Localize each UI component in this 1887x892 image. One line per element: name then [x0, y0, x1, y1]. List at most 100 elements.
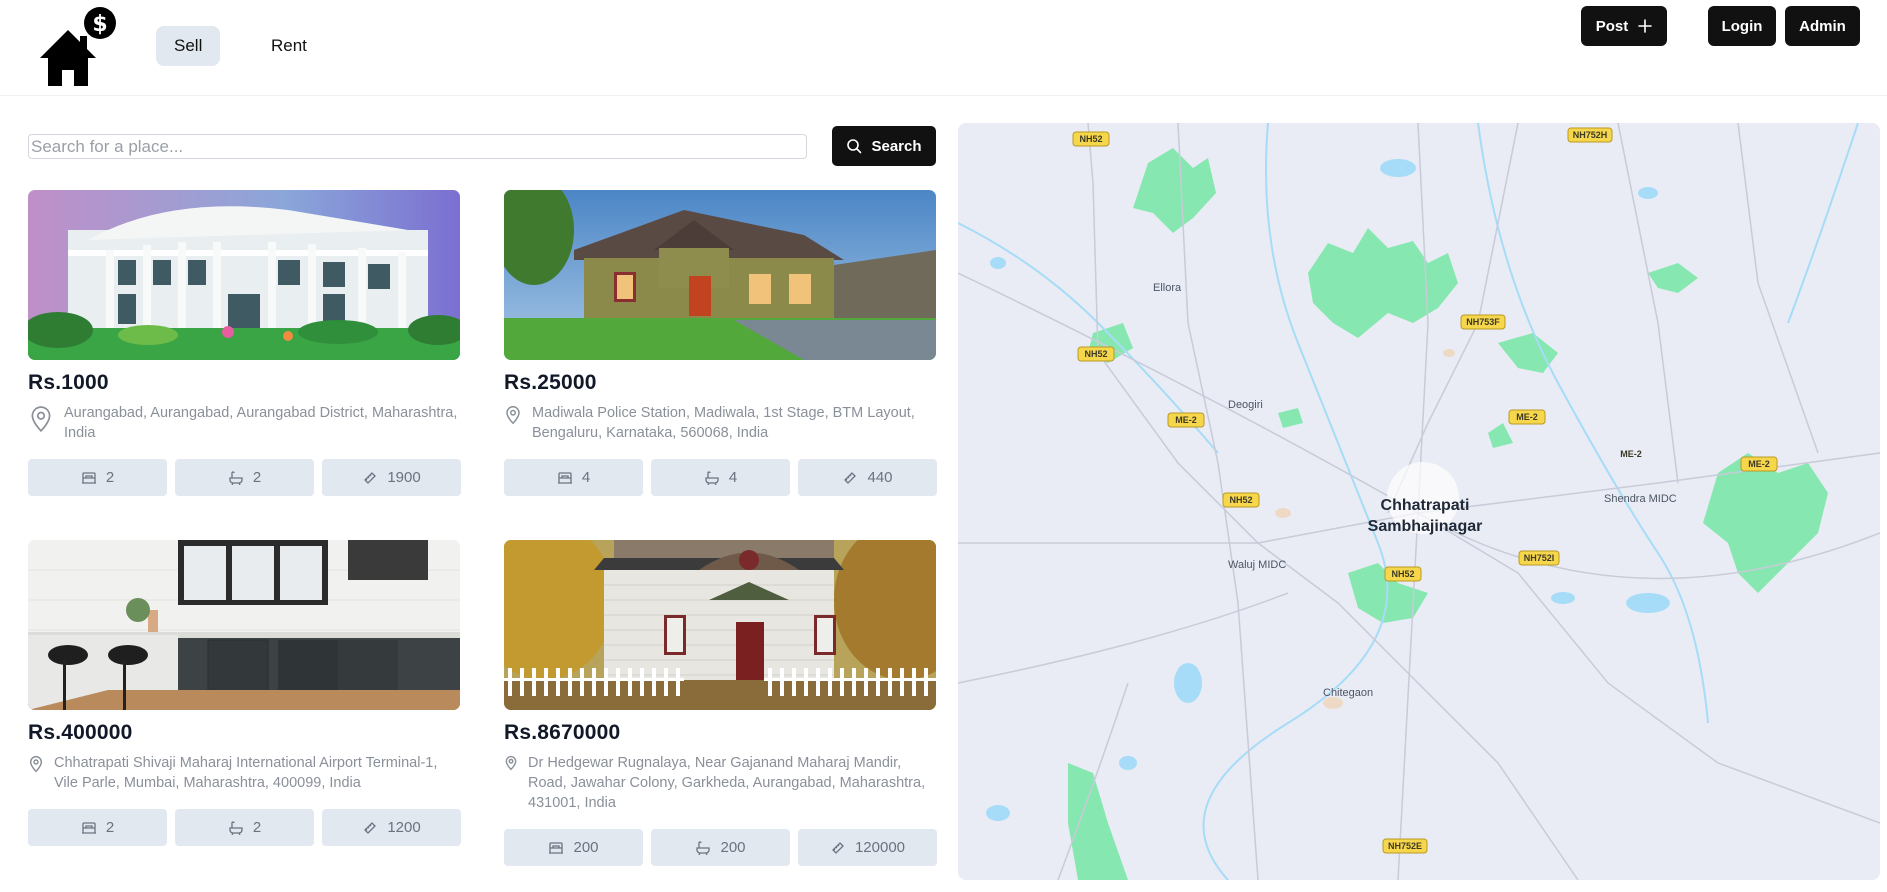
bedrooms-chip: 2: [28, 459, 167, 496]
bath-icon: [696, 840, 711, 855]
bedrooms-chip: 2: [28, 809, 167, 846]
bedrooms-value: 200: [573, 839, 599, 856]
area-chip: 1900: [322, 459, 461, 496]
svg-text:ME-2: ME-2: [1748, 459, 1770, 469]
listing-address-text: Dr Hedgewar Rugnalaya, Near Gajanand Mah…: [528, 755, 926, 811]
road-shield: NH52: [1072, 131, 1110, 147]
bathrooms-chip: 200: [651, 829, 790, 866]
map-city-label-line1: Chhatrapati: [1381, 497, 1470, 514]
listing-address-text: Madiwala Police Station, Madiwala, 1st S…: [532, 405, 915, 441]
bed-icon: [557, 471, 572, 484]
post-button[interactable]: Post: [1581, 6, 1667, 46]
map-place-label: Shendra MIDC: [1604, 493, 1677, 505]
map-city-label-line2: Sambhajinagar: [1368, 518, 1483, 535]
listing-photo-white-cottage[interactable]: [504, 540, 936, 710]
listing-address-text: Chhatrapati Shivaji Maharaj Internationa…: [54, 755, 438, 791]
bathrooms-value: 2: [252, 469, 262, 486]
listing-address: Aurangabad, Aurangabad, Aurangabad Distr…: [28, 403, 460, 443]
listing-features: 2 2 1900: [28, 459, 461, 496]
svg-text:ME-2: ME-2: [1516, 412, 1538, 422]
road-shield: ME-2: [1167, 412, 1205, 428]
bed-icon: [549, 841, 564, 854]
location-pin-icon: [31, 406, 51, 433]
road-shield: ME-2: [1508, 409, 1546, 425]
location-pin-icon: [29, 756, 43, 773]
road-shield: NH752E: [1382, 838, 1428, 854]
search-icon: [847, 139, 862, 154]
road-shield: ME-2: [1740, 456, 1778, 472]
bathrooms-value: 200: [720, 839, 746, 856]
listing-photo-kitchen-interior[interactable]: [28, 540, 460, 710]
nav-sell-tab[interactable]: Sell: [156, 26, 221, 66]
map-canvas[interactable]: Ellora Deogiri Waluj MIDC Shendra MIDC C…: [958, 123, 1880, 880]
listing-photo-suburban-house[interactable]: [504, 190, 936, 360]
listing-address: Madiwala Police Station, Madiwala, 1st S…: [504, 403, 936, 443]
svg-text:NH752E: NH752E: [1388, 841, 1422, 851]
road-shield: NH52: [1077, 346, 1115, 362]
bath-icon: [705, 470, 719, 485]
ruler-icon: [364, 471, 377, 484]
listing-price: Rs.8670000: [504, 721, 621, 744]
svg-text:$: $: [92, 12, 107, 37]
admin-button-label: Admin: [1799, 17, 1846, 35]
svg-text:ME-2: ME-2: [1620, 449, 1642, 459]
listing-price: Rs.1000: [28, 371, 109, 394]
search-button-label: Search: [871, 137, 922, 155]
svg-text:NH753F: NH753F: [1466, 317, 1500, 327]
bathrooms-chip: 2: [175, 459, 314, 496]
listing-address: Dr Hedgewar Rugnalaya, Near Gajanand Mah…: [504, 753, 936, 813]
bedrooms-chip: 4: [504, 459, 643, 496]
post-button-label: Post: [1595, 17, 1629, 35]
listing-card[interactable]: Rs.8670000 Dr Hedgewar Rugnalaya, Near G…: [504, 540, 937, 866]
nav-rent-tab[interactable]: Rent: [253, 26, 325, 66]
map-view[interactable]: Ellora Deogiri Waluj MIDC Shendra MIDC C…: [958, 123, 1880, 880]
listing-card[interactable]: Rs.400000 Chhatrapati Shivaji Maharaj In…: [28, 540, 461, 846]
area-value: 120000: [854, 839, 906, 856]
location-pin-icon: [505, 755, 517, 771]
bed-icon: [81, 471, 96, 484]
admin-button[interactable]: Admin: [1785, 6, 1860, 46]
road-shield: NH52: [1222, 492, 1260, 508]
listing-features: 2 2 1200: [28, 809, 461, 846]
road-shield: NH753F: [1460, 314, 1506, 330]
svg-text:NH52: NH52: [1084, 349, 1107, 359]
bedrooms-value: 2: [105, 819, 115, 836]
bathrooms-value: 4: [728, 469, 738, 486]
road-shield: NH752I: [1518, 550, 1560, 566]
ruler-icon: [844, 471, 857, 484]
login-button[interactable]: Login: [1708, 6, 1776, 46]
map-place-label: Chitegaon: [1323, 687, 1373, 699]
listing-photo-white-mansion[interactable]: [28, 190, 460, 360]
bathrooms-chip: 2: [175, 809, 314, 846]
listing-address: Chhatrapati Shivaji Maharaj Internationa…: [28, 753, 460, 793]
area-chip: 120000: [798, 829, 937, 866]
login-button-label: Login: [1721, 17, 1763, 35]
listing-card[interactable]: Rs.1000 Aurangabad, Aurangabad, Aurangab…: [28, 190, 461, 496]
road-shield: NH52: [1384, 566, 1422, 582]
search-input[interactable]: [28, 134, 807, 159]
bathrooms-value: 2: [252, 819, 262, 836]
house-dollar-logo-icon[interactable]: $: [36, 6, 120, 90]
listing-price: Rs.400000: [28, 721, 133, 744]
location-pin-icon: [506, 406, 520, 425]
area-value: 440: [867, 469, 893, 486]
area-value: 1200: [387, 819, 421, 836]
bath-icon: [229, 470, 243, 485]
bathrooms-chip: 4: [651, 459, 790, 496]
road-shield: ME-2: [1620, 449, 1642, 459]
area-chip: 1200: [322, 809, 461, 846]
map-place-label: Ellora: [1153, 282, 1182, 294]
area-value: 1900: [387, 469, 421, 486]
road-shield: NH752H: [1567, 127, 1613, 143]
area-chip: 440: [798, 459, 937, 496]
listing-price: Rs.25000: [504, 371, 597, 394]
search-button[interactable]: Search: [832, 126, 936, 166]
map-place-label: Waluj MIDC: [1228, 559, 1286, 571]
bedrooms-value: 2: [105, 469, 115, 486]
listing-card[interactable]: Rs.25000 Madiwala Police Station, Madiwa…: [504, 190, 937, 496]
svg-text:NH52: NH52: [1079, 134, 1102, 144]
plus-icon: [1638, 19, 1653, 33]
svg-text:ME-2: ME-2: [1175, 415, 1197, 425]
svg-text:NH752H: NH752H: [1573, 130, 1608, 140]
listing-address-text: Aurangabad, Aurangabad, Aurangabad Distr…: [64, 405, 458, 441]
